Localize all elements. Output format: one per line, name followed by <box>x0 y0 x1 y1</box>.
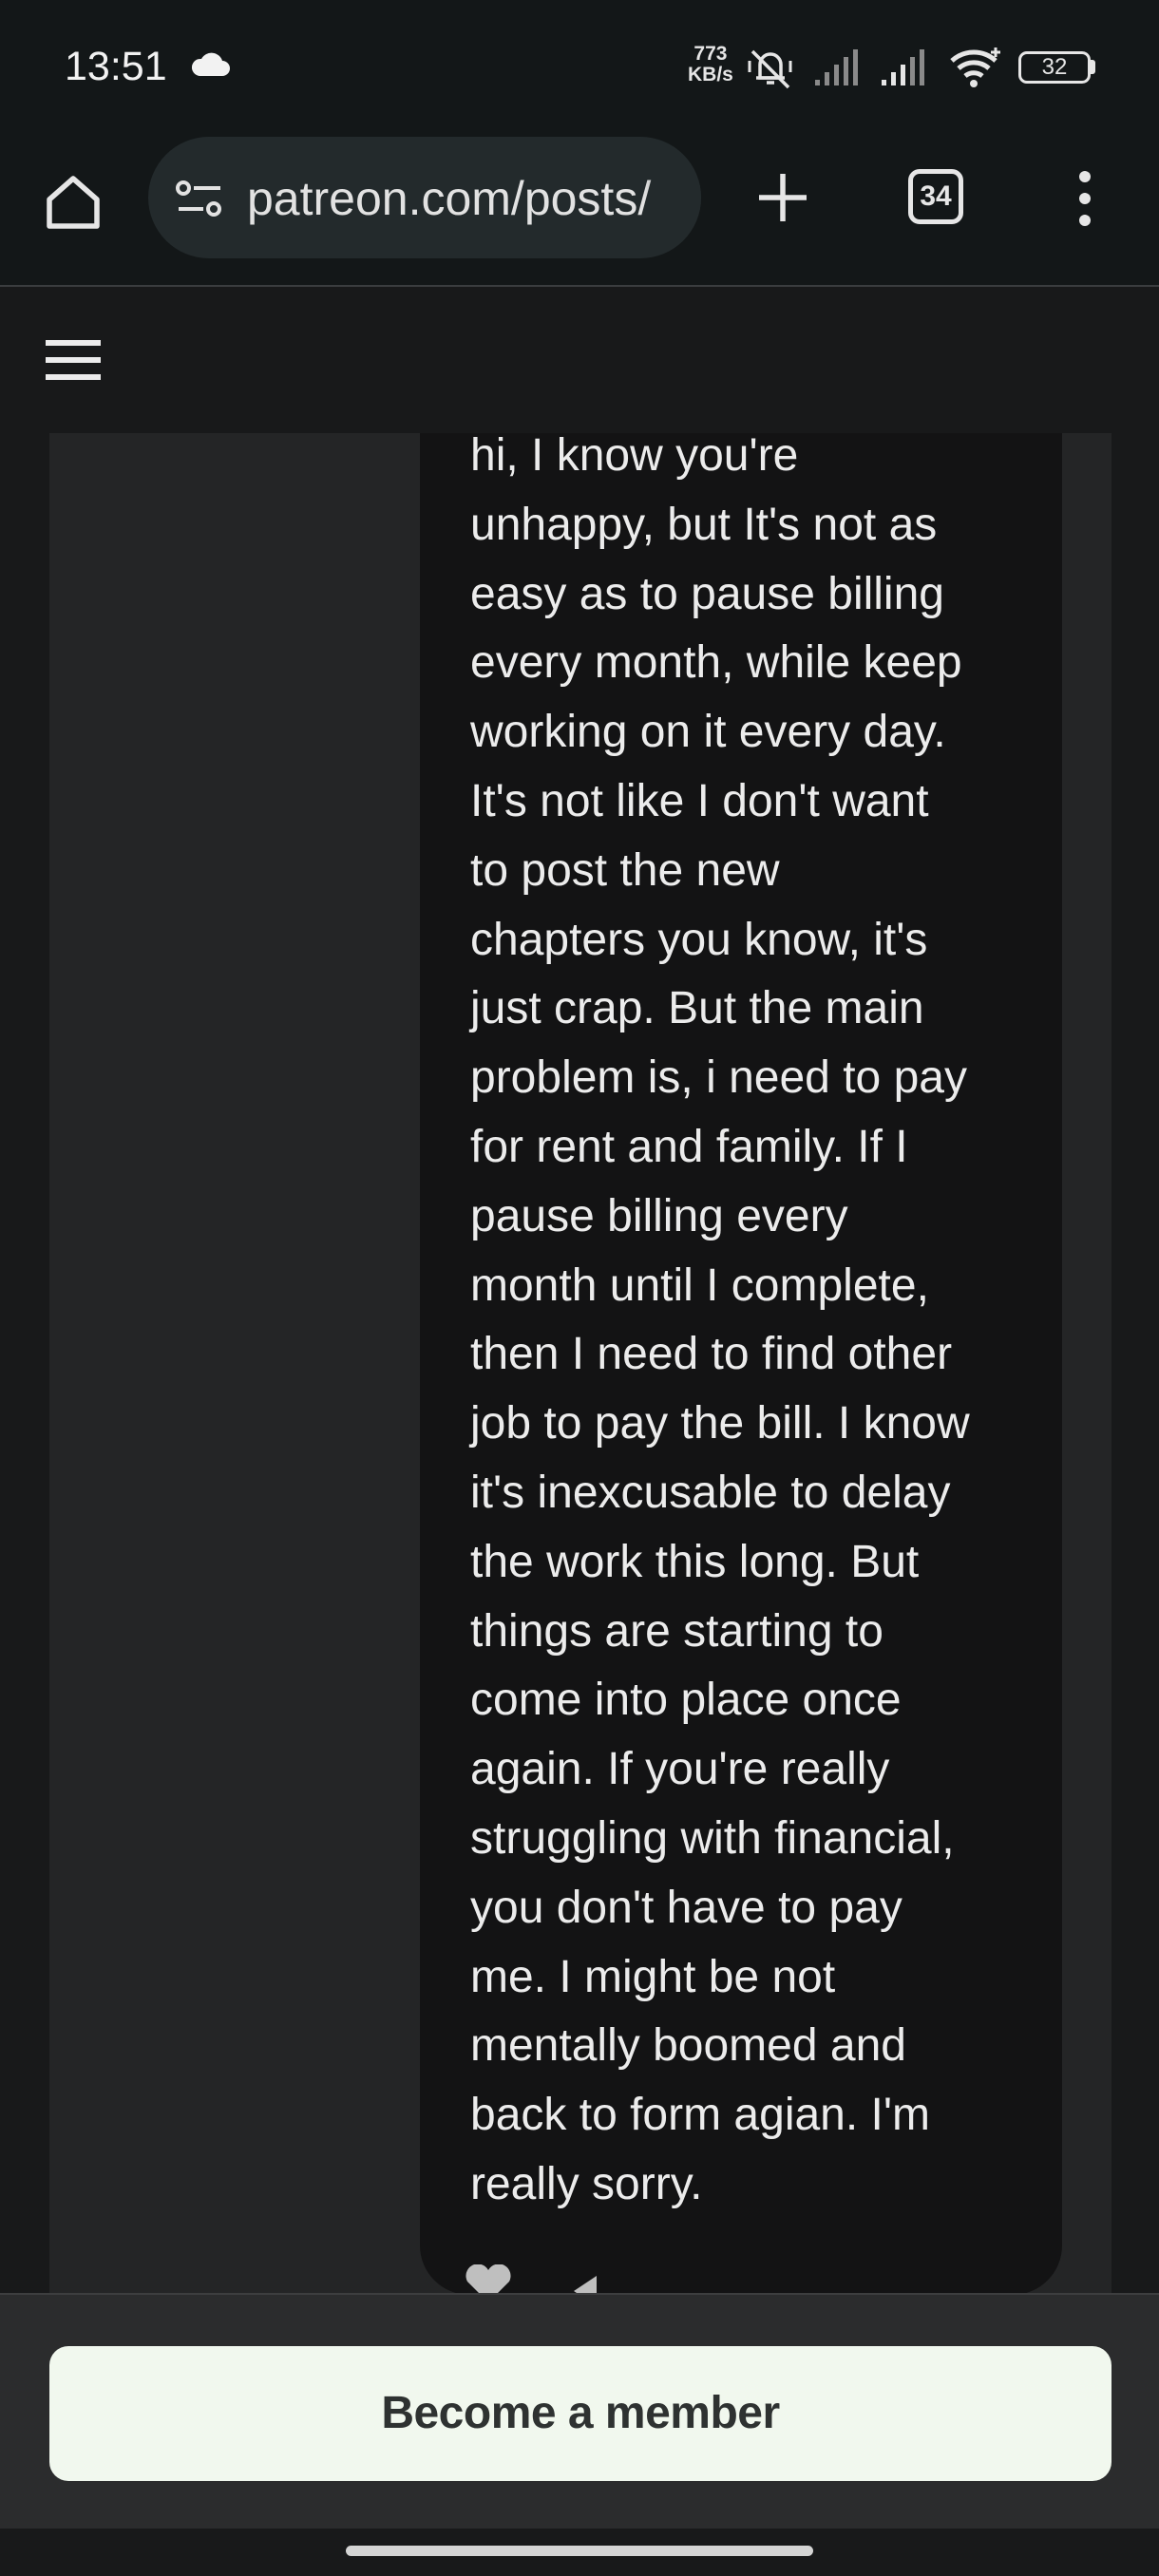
new-tab-icon[interactable] <box>754 169 811 226</box>
url-fade <box>644 137 701 258</box>
wifi-icon <box>950 47 1000 87</box>
network-speed: 773 KB/s <box>688 44 733 85</box>
reply-icon[interactable] <box>570 2272 608 2293</box>
network-speed-unit: KB/s <box>688 64 733 85</box>
signal-2-icon <box>882 49 924 85</box>
home-icon[interactable] <box>42 171 104 234</box>
status-bar: 13:51 773 KB/s 32 <box>0 0 1159 133</box>
network-speed-value: 773 <box>694 43 728 65</box>
gesture-handle[interactable] <box>346 2546 813 2556</box>
browser-toolbar: patreon.com/posts/ 34 <box>0 133 1159 287</box>
site-settings-icon[interactable] <box>175 180 226 218</box>
bottom-cta-bar: Become a member <box>0 2293 1159 2529</box>
heart-icon[interactable] <box>460 2264 517 2293</box>
battery-icon: 32 <box>1018 51 1091 84</box>
tab-count: 34 <box>920 180 952 212</box>
battery-nub <box>1091 60 1095 74</box>
more-menu-icon[interactable] <box>1068 169 1102 228</box>
battery-level: 32 <box>1041 54 1068 80</box>
signal-1-icon <box>815 49 858 85</box>
address-bar[interactable]: patreon.com/posts/ <box>148 137 701 258</box>
hamburger-icon[interactable] <box>44 338 103 382</box>
system-nav-bar <box>0 2529 1159 2576</box>
mute-vibrate-icon <box>748 49 792 89</box>
post-content: hi, I know you're unhappy, but It's not … <box>0 433 1159 2293</box>
status-time: 13:51 <box>65 44 167 89</box>
become-member-button[interactable]: Become a member <box>49 2346 1112 2481</box>
tabs-icon[interactable]: 34 <box>908 169 963 224</box>
page-header <box>0 287 1159 433</box>
cloud-icon <box>191 52 230 76</box>
url-text[interactable]: patreon.com/posts/ <box>247 171 651 226</box>
comment-text: hi, I know you're unhappy, but It's not … <box>470 433 970 2209</box>
